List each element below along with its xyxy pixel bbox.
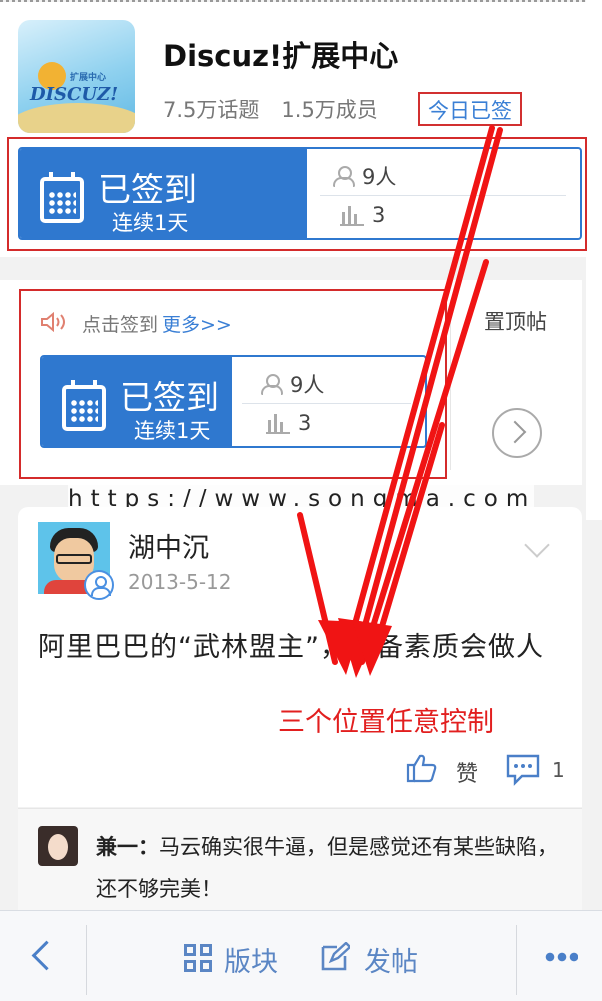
bottom-toolbar — [0, 910, 602, 1001]
edit-icon[interactable] — [320, 942, 350, 972]
comment-icon[interactable] — [505, 752, 541, 786]
user-icon — [332, 165, 355, 187]
section-divider — [450, 300, 451, 470]
comment-count[interactable]: 1 — [552, 758, 565, 782]
user-icon — [260, 373, 283, 395]
checkin-people: 9人 — [290, 373, 325, 397]
checkin-status-panel: 已签到 连续1天 — [20, 149, 307, 238]
checkin-rank-row: 3 — [266, 411, 311, 435]
calendar-icon — [40, 172, 84, 223]
post-author[interactable]: 湖中沉 — [128, 526, 209, 565]
blocks-button[interactable]: 版块 — [224, 940, 278, 979]
checkin-people-row: 9人 — [260, 369, 324, 399]
reply-author[interactable]: 兼一： — [96, 835, 159, 859]
annotation-text: 三个位置任意控制 — [278, 707, 494, 738]
more-options-icon[interactable] — [544, 952, 578, 962]
post-content[interactable]: 阿里巴巴的“武林盟主”，必备素质会做人 — [38, 625, 568, 671]
grid-icon[interactable] — [184, 944, 212, 972]
toolbar-divider-right — [516, 925, 517, 995]
checkin-status: 已签到 — [120, 378, 219, 417]
like-label[interactable]: 赞 — [456, 756, 478, 788]
chevron-right-icon[interactable] — [492, 408, 542, 458]
group-stats: 7.5万话题 1.5万成员 — [163, 94, 400, 124]
checkin-card-top[interactable]: 已签到 连续1天 9人 3 — [18, 147, 582, 240]
reply-text: 兼一：马云确实很牛逼，但是感觉还有某些缺陷，还不够完美！ — [96, 826, 566, 910]
checkin-people: 9人 — [362, 165, 397, 189]
calendar-icon — [62, 380, 106, 431]
group-title: Discuz!扩展中心 — [163, 39, 399, 73]
row-divider — [320, 195, 566, 196]
checkin-rank: 3 — [372, 203, 386, 227]
checkin-rank: 3 — [298, 411, 312, 435]
checkin-status-panel: 已签到 连续1天 — [42, 357, 232, 446]
reply-content: 马云确实很牛逼，但是感觉还有某些缺陷，还不够完美！ — [96, 835, 558, 901]
group-logo[interactable]: 扩展中心 DISCUZ! — [18, 20, 135, 133]
checkin-streak: 连续1天 — [134, 419, 211, 443]
checkin-status: 已签到 — [98, 170, 197, 209]
pinned-posts-label[interactable]: 置顶帖 — [484, 306, 547, 336]
bar-chart-icon — [340, 204, 364, 226]
right-edge — [586, 0, 602, 520]
logo-text: DISCUZ! — [30, 84, 119, 105]
topic-count: 7.5万话题 — [163, 98, 260, 122]
toolbar-divider-left — [86, 925, 87, 995]
reply-avatar[interactable] — [38, 826, 78, 866]
post-date: 2013-5-12 — [128, 570, 232, 594]
logo-text-small: 扩展中心 — [70, 73, 107, 83]
logo-ground — [18, 103, 135, 133]
checkin-streak: 连续1天 — [112, 211, 189, 235]
bar-chart-icon — [266, 412, 290, 434]
post-button[interactable]: 发帖 — [364, 940, 418, 979]
checkin-rank-row: 3 — [340, 203, 385, 227]
checkin-card-middle[interactable]: 已签到 连续1天 9人 3 — [40, 355, 427, 448]
thumbs-up-icon[interactable] — [405, 752, 439, 784]
signed-today-badge[interactable]: 今日已签 — [418, 92, 522, 126]
member-count: 1.5万成员 — [281, 98, 378, 122]
user-badge-icon — [84, 570, 114, 600]
row-divider — [242, 403, 411, 404]
checkin-people-row: 9人 — [332, 161, 396, 191]
